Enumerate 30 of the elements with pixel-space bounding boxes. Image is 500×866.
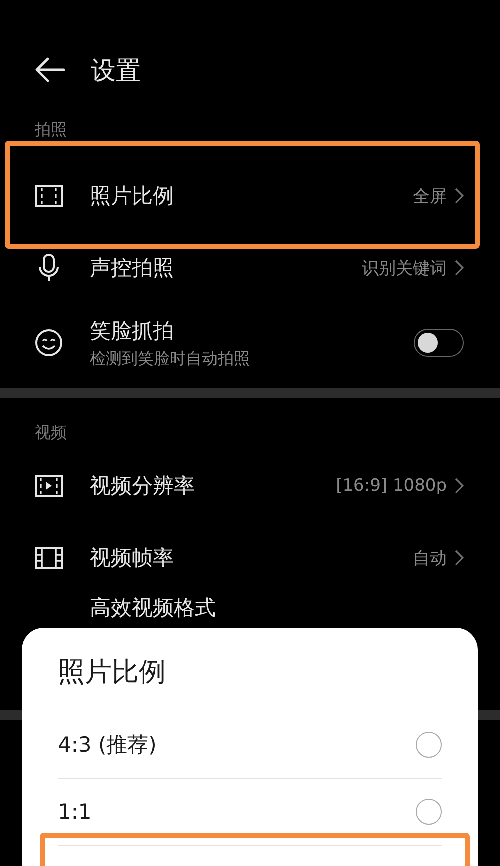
frame-icon bbox=[35, 185, 63, 207]
setting-label[interactable]: 视频帧率 bbox=[90, 544, 413, 572]
option-label[interactable]: 1:1 bbox=[58, 800, 92, 824]
setting-value: 自动 bbox=[413, 548, 447, 570]
setting-label[interactable]: 高效视频格式 bbox=[90, 594, 464, 622]
radio-button[interactable] bbox=[416, 732, 442, 758]
setting-value: 识别关键词 bbox=[362, 258, 447, 280]
microphone-icon bbox=[38, 254, 60, 282]
page-title: 设置 bbox=[91, 54, 141, 86]
back-icon[interactable] bbox=[35, 57, 65, 83]
setting-description: 检测到笑脸时自动拍照 bbox=[90, 348, 251, 370]
section-title: 拍照 bbox=[35, 120, 67, 140]
setting-value: [16:9] 1080p bbox=[336, 476, 447, 496]
chevron-icon bbox=[455, 188, 464, 204]
dialog-title: 照片比例 bbox=[58, 656, 167, 690]
radio-button[interactable] bbox=[416, 799, 442, 825]
section-title: 视频 bbox=[35, 422, 67, 444]
chevron-icon bbox=[455, 478, 464, 494]
film-strip-icon bbox=[35, 547, 63, 569]
video-frame-icon bbox=[35, 475, 63, 497]
setting-label[interactable]: 视频分辨率 bbox=[90, 472, 336, 500]
setting-label[interactable]: 照片比例 bbox=[90, 182, 413, 210]
toggle-switch[interactable] bbox=[414, 329, 464, 357]
option-label[interactable]: 4:3 (推荐) bbox=[58, 731, 157, 759]
setting-label[interactable]: 笑脸抓拍 bbox=[90, 316, 414, 344]
chevron-icon bbox=[455, 550, 464, 566]
setting-label[interactable]: 声控拍照 bbox=[90, 254, 362, 282]
smiley-icon bbox=[35, 329, 63, 357]
setting-value: 全屏 bbox=[413, 186, 447, 208]
chevron-icon bbox=[455, 260, 464, 276]
